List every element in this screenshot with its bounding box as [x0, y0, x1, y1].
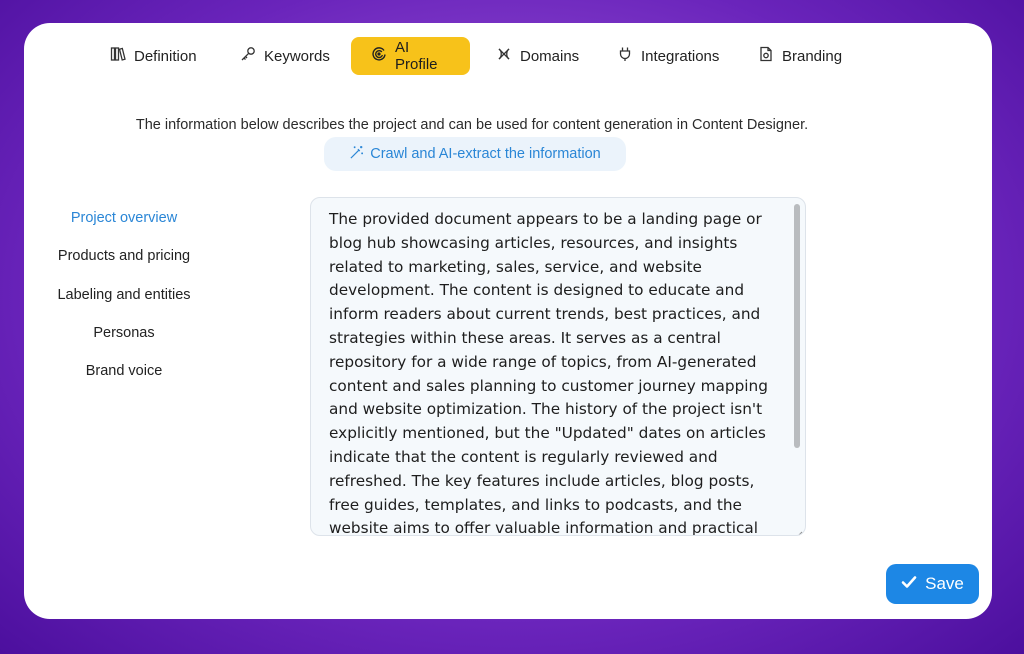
tab-label: Integrations: [641, 47, 720, 65]
side-nav-products-pricing[interactable]: Products and pricing: [24, 248, 224, 264]
magic-wand-icon: [349, 145, 364, 164]
side-nav-brand-voice[interactable]: Brand voice: [24, 363, 224, 379]
save-button[interactable]: Save: [886, 564, 979, 604]
tab-bar: Definition Keywords AI Profile Domains I…: [24, 37, 992, 75]
project-overview-text: The provided document appears to be a la…: [329, 210, 768, 536]
tab-integrations[interactable]: Integrations: [607, 37, 729, 75]
check-icon: [901, 574, 917, 595]
info-text: The information below describes the proj…: [135, 117, 809, 133]
tab-label: Branding: [782, 47, 843, 65]
ai-profile-panel: Definition Keywords AI Profile Domains I…: [24, 23, 992, 619]
tab-label: Domains: [520, 47, 580, 65]
key-icon: [240, 46, 256, 66]
resize-handle-icon[interactable]: [795, 525, 803, 535]
scrollbar[interactable]: [792, 202, 802, 528]
document-icon: [758, 46, 774, 66]
ai-swirl-icon: [371, 46, 387, 66]
tab-domains[interactable]: Domains: [486, 37, 589, 75]
tab-definition[interactable]: Definition: [100, 37, 207, 75]
tab-label: Keywords: [264, 47, 330, 65]
tab-label: AI Profile: [395, 39, 438, 73]
side-nav-personas[interactable]: Personas: [24, 325, 224, 341]
books-icon: [110, 46, 126, 66]
side-nav-labeling-entities[interactable]: Labeling and entities: [24, 287, 224, 303]
tab-ai-profile[interactable]: AI Profile: [351, 37, 470, 75]
tab-branding[interactable]: Branding: [748, 37, 852, 75]
side-nav-project-overview[interactable]: Project overview: [24, 210, 224, 226]
crawl-extract-button[interactable]: Crawl and AI-extract the information: [324, 137, 626, 171]
tab-label: Definition: [134, 47, 197, 65]
crawl-button-label: Crawl and AI-extract the information: [370, 146, 601, 162]
scrollbar-thumb[interactable]: [794, 204, 800, 448]
save-label: Save: [925, 574, 964, 593]
plug-icon: [617, 46, 633, 66]
tab-keywords[interactable]: Keywords: [230, 37, 340, 75]
project-overview-textarea[interactable]: The provided document appears to be a la…: [310, 197, 806, 536]
globe-icon: [496, 46, 512, 66]
